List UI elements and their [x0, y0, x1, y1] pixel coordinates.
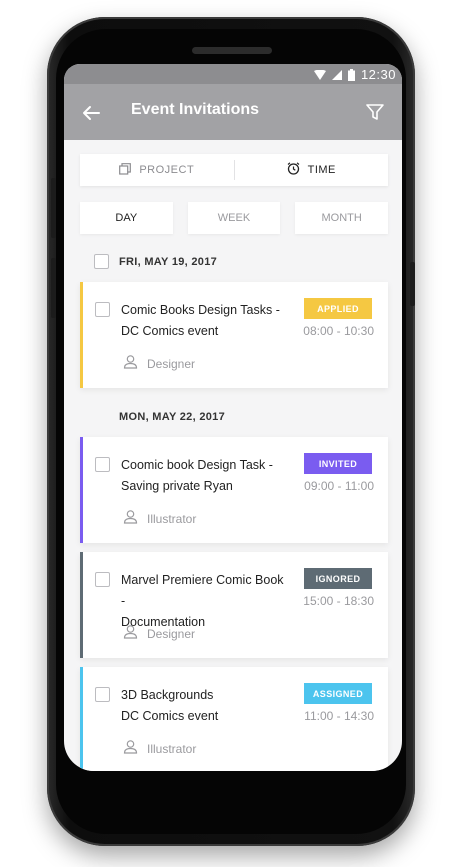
event-role: Illustrator	[123, 739, 196, 759]
event-title-line: Marvel Premiere Comic Book -	[121, 573, 284, 608]
role-label: Illustrator	[147, 512, 197, 526]
range-tabs: DAY WEEK MONTH	[80, 202, 389, 234]
event-time: 09:00 - 11:00	[304, 479, 374, 493]
tab-day[interactable]: DAY	[80, 202, 173, 234]
event-checkbox[interactable]	[95, 687, 110, 702]
status-badge: IGNORED	[304, 568, 372, 589]
event-title-line: DC Comics event	[121, 324, 219, 338]
status-badge: APPLIED	[304, 298, 372, 319]
status-clock: 12:30	[360, 67, 396, 82]
copy-icon	[119, 162, 132, 178]
status-badge: INVITED	[304, 453, 372, 474]
tab-month[interactable]: MONTH	[295, 202, 389, 234]
phone-speaker	[192, 47, 272, 54]
status-accent-bar	[80, 282, 83, 388]
tab-week[interactable]: WEEK	[187, 202, 281, 234]
arrow-left-icon	[80, 106, 102, 128]
event-card[interactable]: Marvel Premiere Comic Book - Documentati…	[80, 552, 388, 658]
status-icons: 12:30	[313, 67, 396, 82]
status-bar: 12:30	[64, 64, 402, 84]
alarm-clock-icon	[287, 162, 300, 178]
battery-icon	[347, 68, 355, 81]
event-card[interactable]: 3D Backgrounds DC Comics event ASSIGNED …	[80, 667, 388, 771]
user-icon	[123, 624, 138, 644]
segment-project[interactable]: PROJECT	[80, 154, 234, 186]
filter-icon	[364, 104, 386, 127]
signal-icon	[331, 69, 342, 80]
filter-button[interactable]	[364, 101, 386, 123]
role-label: Illustrator	[147, 742, 197, 756]
phone-volume-down-button	[51, 258, 56, 318]
status-accent-bar	[80, 667, 83, 771]
view-mode-segment: PROJECT TIME	[80, 154, 388, 186]
event-title-line: Saving private Ryan	[121, 479, 233, 493]
date-select-checkbox[interactable]	[94, 254, 109, 269]
event-title-line: DC Comics event	[121, 709, 219, 723]
event-card[interactable]: Coomic book Design Task - Saving private…	[80, 437, 388, 543]
event-role: Designer	[123, 354, 195, 374]
date-header: MON, MAY 22, 2017	[94, 409, 225, 424]
event-role: Designer	[123, 624, 195, 644]
event-time: 15:00 - 18:30	[303, 594, 374, 608]
event-checkbox[interactable]	[95, 572, 110, 587]
event-title-line: 3D Backgrounds	[121, 688, 214, 702]
event-title-line: Comic Books Design Tasks -	[121, 303, 280, 317]
wifi-icon	[313, 69, 326, 80]
user-icon	[123, 354, 138, 374]
event-title: Coomic book Design Task - Saving private…	[121, 455, 291, 497]
user-icon	[123, 739, 138, 759]
status-badge: ASSIGNED	[304, 683, 372, 704]
app-screen: 12:30 Event Invitations PROJECT TIME DAY…	[64, 64, 402, 771]
event-title: Comic Books Design Tasks - DC Comics eve…	[121, 300, 291, 342]
role-label: Designer	[147, 357, 196, 371]
segment-time-label: TIME	[307, 164, 336, 176]
segment-time[interactable]: TIME	[235, 154, 389, 186]
event-checkbox[interactable]	[95, 302, 110, 317]
status-accent-bar	[80, 437, 83, 543]
role-label: Designer	[147, 627, 196, 641]
segment-project-label: PROJECT	[139, 164, 195, 176]
user-icon	[123, 509, 138, 529]
page-title: Event Invitations	[131, 101, 260, 118]
date-header: FRI, MAY 19, 2017	[94, 254, 217, 269]
event-time: 11:00 - 14:30	[304, 709, 374, 723]
app-bar: Event Invitations	[64, 84, 402, 140]
phone-power-button	[410, 262, 415, 306]
event-time: 08:00 - 10:30	[303, 324, 374, 338]
event-card[interactable]: Comic Books Design Tasks - DC Comics eve…	[80, 282, 388, 388]
date-label: FRI, MAY 19, 2017	[119, 255, 218, 268]
event-role: Illustrator	[123, 509, 196, 529]
phone-volume-up-button	[51, 178, 56, 238]
event-title-line: Coomic book Design Task -	[121, 458, 273, 472]
date-label: MON, MAY 22, 2017	[119, 410, 225, 423]
event-checkbox[interactable]	[95, 457, 110, 472]
back-button[interactable]	[80, 102, 102, 124]
event-title: 3D Backgrounds DC Comics event	[121, 685, 291, 727]
status-accent-bar	[80, 552, 83, 658]
